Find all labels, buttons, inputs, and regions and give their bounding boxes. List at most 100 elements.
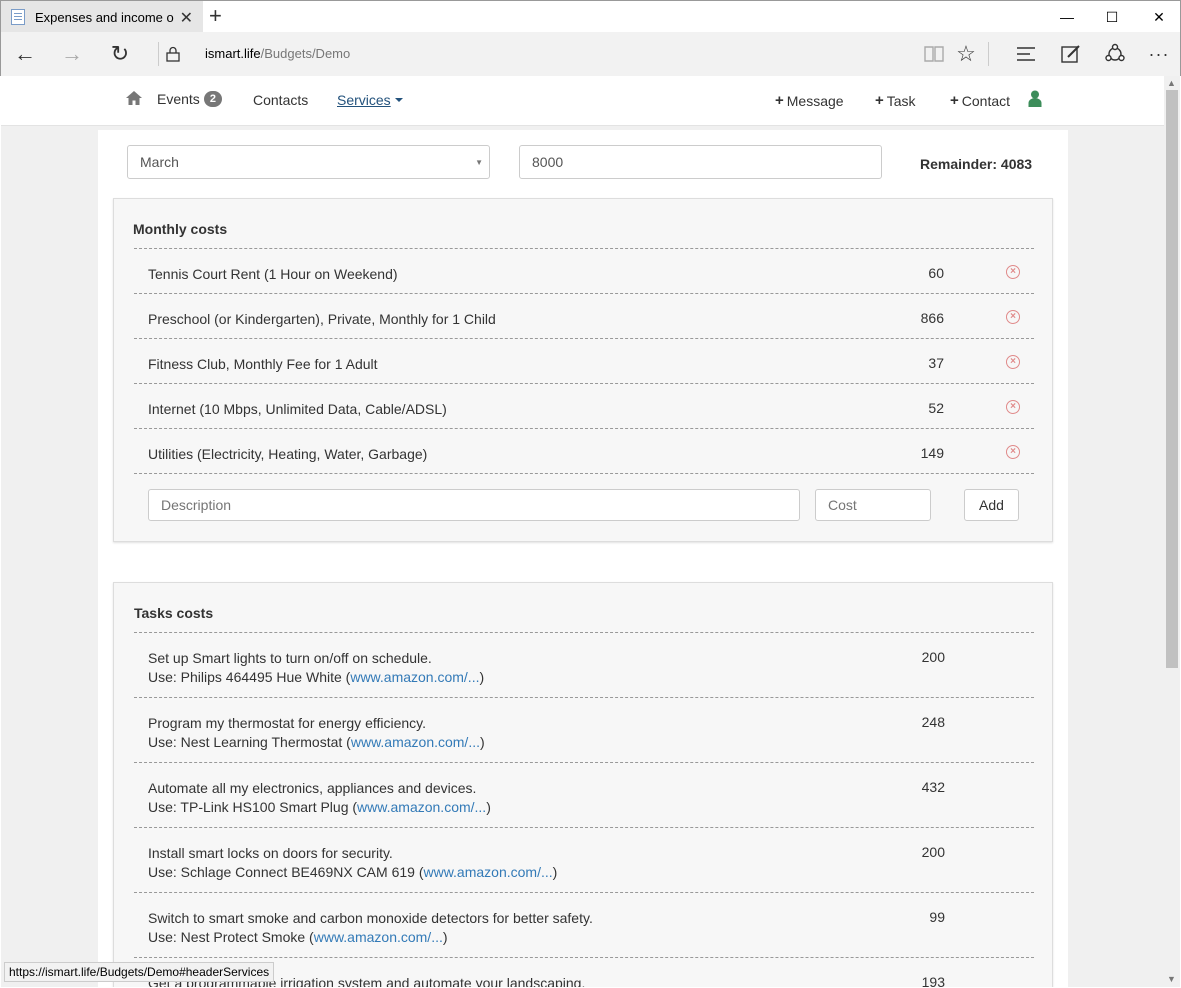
task-use-prefix: Use: TP-Link HS100 Smart Plug ( — [148, 799, 358, 815]
panel-title: Monthly costs — [133, 221, 228, 237]
user-icon[interactable] — [1028, 90, 1042, 108]
home-icon[interactable] — [125, 90, 143, 106]
divider — [158, 42, 159, 66]
task-use-suffix: ) — [479, 669, 485, 685]
task-text: Switch to smart smoke and carbon monoxid… — [148, 909, 593, 947]
task-use: Use: Nest Learning Thermostat (www.amazo… — [148, 733, 485, 752]
address-bar: ← → ↻ ismart.life/Budgets/Demo ☆ ··· — [0, 32, 1181, 76]
cost-row: Utilities (Electricity, Heating, Water, … — [134, 428, 1034, 473]
reading-view-icon[interactable] — [923, 44, 945, 64]
cost-row: Internet (10 Mbps, Unlimited Data, Cable… — [134, 383, 1034, 428]
remove-icon[interactable]: × — [1006, 355, 1020, 369]
row-divider — [134, 473, 1034, 474]
budget-amount-input[interactable] — [519, 145, 882, 179]
browser-tab[interactable]: Expenses and income o ✕ — [1, 1, 203, 33]
cost-value: 52 — [928, 400, 944, 416]
panel-title: Tasks costs — [134, 605, 214, 621]
close-tab-icon[interactable]: ✕ — [180, 8, 193, 28]
share-icon[interactable] — [1104, 43, 1126, 65]
task-text: Install smart locks on doors for securit… — [148, 844, 557, 882]
page-viewport: Events 2 Contacts Services + Message + T… — [1, 76, 1164, 987]
month-select-value: March — [140, 154, 179, 170]
task-use-suffix: ) — [486, 799, 491, 815]
task-text: Automate all my electronics, appliances … — [148, 779, 491, 817]
task-use-prefix: Use: Philips 464495 Hue White ( — [148, 669, 351, 685]
cost-value: 60 — [928, 265, 944, 281]
cost-row: Preschool (or Kindergarten), Private, Mo… — [134, 293, 1034, 338]
hub-icon[interactable] — [1016, 45, 1036, 63]
amazon-link[interactable]: www.amazon.com/... — [357, 799, 486, 815]
cost-input[interactable] — [815, 489, 931, 521]
remove-icon[interactable]: × — [1006, 445, 1020, 459]
task-use: Use: Philips 464495 Hue White (www.amazo… — [148, 668, 484, 687]
remove-icon[interactable]: × — [1006, 400, 1020, 414]
url-field[interactable]: ismart.life/Budgets/Demo — [205, 46, 350, 61]
task-cost: 248 — [921, 714, 945, 730]
nav-contacts[interactable]: Contacts — [253, 92, 308, 108]
add-message-button[interactable]: + Message — [775, 92, 844, 109]
title-bar: Expenses and income o ✕ + — ☐ ✕ — [0, 0, 1181, 33]
amazon-link[interactable]: www.amazon.com/... — [350, 669, 479, 685]
task-row: Program my thermostat for energy efficie… — [134, 697, 1034, 762]
tab-title: Expenses and income o — [35, 9, 174, 25]
task-row: Install smart locks on doors for securit… — [134, 827, 1034, 892]
add-message-label: Message — [786, 92, 844, 109]
events-count-badge: 2 — [203, 91, 222, 107]
task-use: Use: Nest Protect Smoke (www.amazon.com/… — [148, 928, 593, 947]
scroll-up-icon[interactable]: ▲ — [1167, 78, 1176, 88]
close-window-icon[interactable]: ✕ — [1136, 1, 1181, 33]
amazon-link[interactable]: www.amazon.com/... — [351, 734, 480, 750]
lock-icon — [166, 46, 180, 62]
cost-description: Tennis Court Rent (1 Hour on Weekend) — [148, 266, 398, 282]
cost-description: Utilities (Electricity, Heating, Water, … — [148, 446, 428, 462]
forward-icon[interactable]: → — [58, 40, 86, 68]
dropdown-arrow-icon: ▼ — [475, 158, 483, 167]
add-button[interactable]: Add — [964, 489, 1019, 521]
back-icon[interactable]: ← — [11, 40, 39, 68]
scroll-down-icon[interactable]: ▼ — [1167, 974, 1176, 984]
task-use-suffix: ) — [442, 929, 448, 945]
cost-value: 149 — [920, 445, 944, 461]
favorite-star-icon[interactable]: ☆ — [952, 40, 980, 68]
url-host: ismart.life — [205, 46, 261, 61]
amazon-link[interactable]: www.amazon.com/... — [423, 864, 552, 880]
maximize-icon[interactable]: ☐ — [1089, 1, 1135, 33]
month-select[interactable]: March ▼ — [127, 145, 490, 179]
nav-services[interactable]: Services — [337, 92, 403, 108]
task-use-prefix: Use: Nest Protect Smoke ( — [148, 929, 314, 945]
task-row: Automate all my electronics, appliances … — [134, 762, 1034, 827]
remove-icon[interactable]: × — [1006, 265, 1020, 279]
plus-icon: + — [775, 92, 784, 109]
tasks-costs-panel: Tasks costs Set up Smart lights to turn … — [113, 582, 1053, 987]
remove-icon[interactable]: × — [1006, 310, 1020, 324]
add-task-button[interactable]: + Task — [875, 92, 916, 109]
add-contact-button[interactable]: + Contact — [950, 92, 1010, 109]
web-note-icon[interactable] — [1060, 43, 1082, 65]
description-input[interactable] — [148, 489, 800, 521]
caret-down-icon — [394, 98, 403, 102]
plus-icon: + — [875, 92, 884, 109]
nav-events-label: Events — [157, 91, 200, 107]
task-row: Set up Smart lights to turn on/off on sc… — [134, 632, 1034, 697]
budget-container: March ▼ Remainder: 4083 Monthly costs Te… — [98, 130, 1068, 987]
nav-events[interactable]: Events 2 — [157, 91, 222, 107]
task-description: Switch to smart smoke and carbon monoxid… — [148, 910, 593, 926]
divider — [988, 42, 989, 66]
url-path: /Budgets/Demo — [260, 46, 351, 61]
cost-value: 866 — [920, 310, 944, 326]
cost-description: Fitness Club, Monthly Fee for 1 Adult — [148, 356, 378, 372]
scrollbar-thumb[interactable] — [1166, 90, 1178, 668]
nav-contacts-label: Contacts — [253, 92, 309, 108]
cost-description: Internet (10 Mbps, Unlimited Data, Cable… — [148, 401, 447, 417]
more-icon[interactable]: ··· — [1145, 40, 1173, 68]
vertical-scrollbar[interactable]: ▲ ▼ — [1164, 76, 1180, 987]
task-use-suffix: ) — [552, 864, 558, 880]
amazon-link[interactable]: www.amazon.com/... — [314, 929, 443, 945]
remainder-label: Remainder: 4083 — [920, 156, 1033, 172]
minimize-icon[interactable]: — — [1044, 1, 1090, 33]
new-tab-icon[interactable]: + — [209, 3, 222, 29]
cost-row: Fitness Club, Monthly Fee for 1 Adult 37… — [134, 338, 1034, 383]
task-use-prefix: Use: Nest Learning Thermostat ( — [148, 734, 351, 750]
refresh-icon[interactable]: ↻ — [106, 40, 134, 68]
plus-icon: + — [950, 92, 959, 109]
